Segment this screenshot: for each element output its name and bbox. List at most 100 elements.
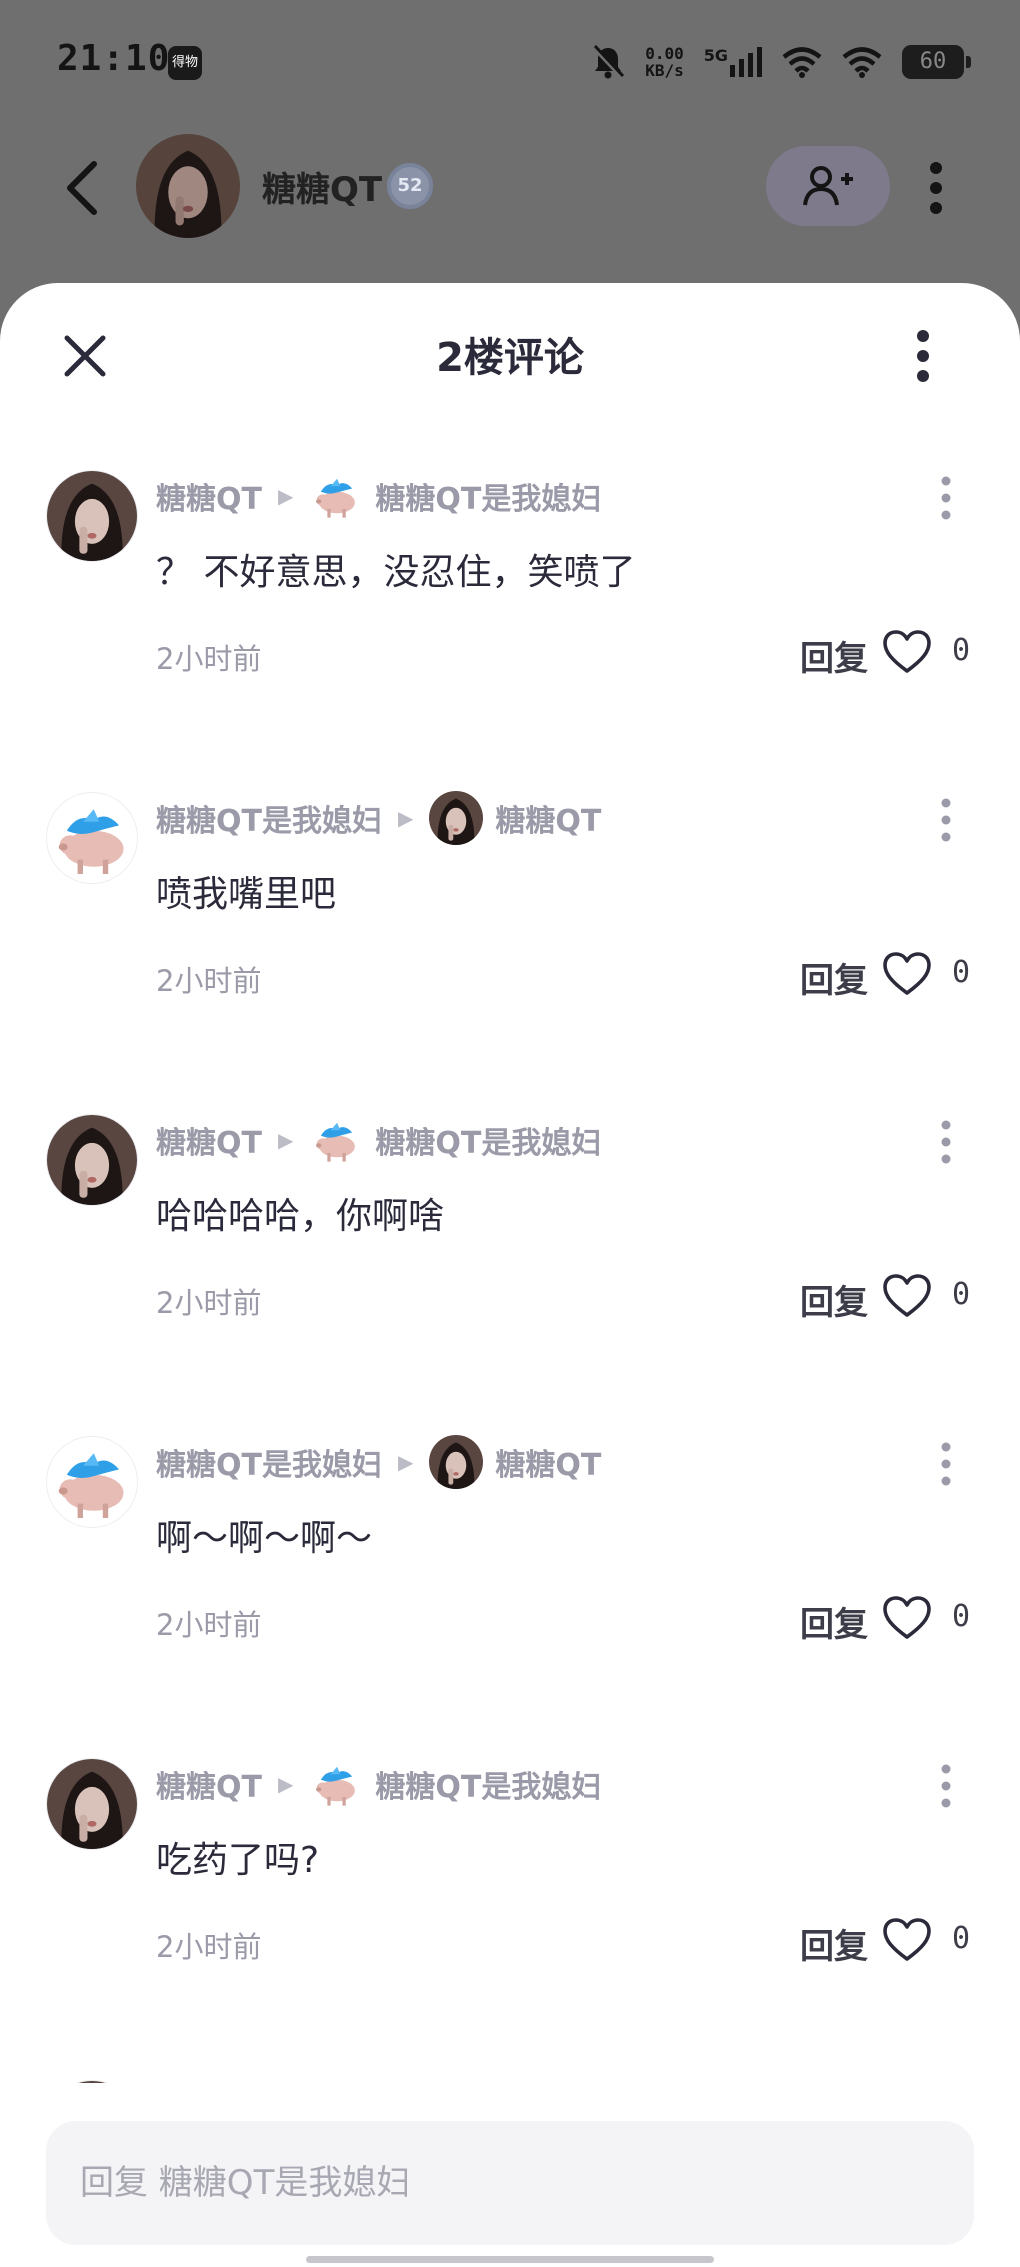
pig-avatar-image: [309, 1757, 364, 1811]
avatar[interactable]: [136, 134, 240, 238]
like-count: 0: [952, 1921, 971, 1956]
comment-meta: 糖糖QT是我媳妇 ▶ 糖糖QT: [156, 1434, 601, 1490]
girl-avatar-image: [47, 471, 137, 561]
comment-author[interactable]: 糖糖QT: [156, 1762, 262, 1806]
comment-meta: 糖糖QT▶糖糖QT是我媳妇: [156, 2078, 601, 2083]
reply-arrow-icon: ▶: [397, 806, 414, 830]
reply-to-name[interactable]: 糖糖QT是我媳妇: [375, 1762, 601, 1806]
list-item[interactable]: 糖糖QT ▶ 糖糖QT是我媳妇哈哈哈哈，你啊啥 2小时前 回复 0: [0, 1067, 1020, 1389]
status-time: 21:10: [57, 38, 171, 79]
reply-to-name[interactable]: 糖糖QT: [495, 796, 601, 840]
avatar[interactable]: [46, 792, 138, 884]
comment-text: 喷我嘴里吧: [156, 874, 337, 915]
more-vertical-icon[interactable]: [936, 1119, 956, 1165]
status-bar: 21:10 得物 0.00 KB/s 5G 60: [0, 0, 1020, 124]
comment-meta: 糖糖QT ▶ 糖糖QT是我媳妇: [156, 1112, 601, 1168]
comment-author[interactable]: 糖糖QT: [156, 1118, 262, 1162]
more-vertical-icon[interactable]: [936, 1763, 956, 1809]
battery-icon: 60: [902, 45, 971, 79]
pig-avatar-image: [309, 1113, 364, 1167]
reply-to-name[interactable]: 糖糖QT: [495, 1440, 601, 1484]
more-vertical-icon[interactable]: [936, 475, 956, 521]
level-badge: 52: [387, 163, 433, 209]
avatar[interactable]: [46, 1114, 138, 1206]
list-item[interactable]: 糖糖QT ▶ 糖糖QT是我媳妇 ？ 不好意思，没忍住，笑喷了 2小时前 回复 0: [0, 423, 1020, 745]
comment-text: 吃药了吗?: [156, 1840, 320, 1881]
signal-bars-icon: [730, 47, 762, 77]
network-speed: 0.00 KB/s: [645, 45, 684, 79]
reply-to-avatar[interactable]: [429, 791, 484, 845]
reply-to-avatar[interactable]: [429, 1435, 484, 1489]
reply-button[interactable]: 回复: [800, 1275, 868, 1324]
reply-to-avatar[interactable]: [309, 469, 364, 523]
reply-button[interactable]: 回复: [800, 953, 868, 1002]
like-count: 0: [952, 955, 971, 990]
like-count: 0: [952, 1599, 971, 1634]
network-type: 5G: [703, 46, 728, 65]
network-speed-unit: KB/s: [645, 61, 684, 80]
reply-arrow-icon: ▶: [277, 484, 294, 508]
reply-to-name[interactable]: 糖糖QT是我媳妇: [375, 474, 601, 518]
girl-avatar-image: [47, 2081, 137, 2083]
list-item[interactable]: 糖糖QT▶糖糖QT是我媳妇: [0, 2033, 1020, 2083]
mute-bell-icon: [592, 44, 625, 79]
comment-time: 2小时前: [156, 1286, 262, 1320]
girl-avatar-image: [136, 134, 240, 238]
comment-time: 2小时前: [156, 1930, 262, 1964]
heart-icon[interactable]: [882, 951, 932, 997]
home-indicator: [306, 2256, 714, 2263]
add-friend-button[interactable]: [766, 146, 890, 226]
more-vertical-icon[interactable]: [922, 160, 950, 216]
reply-to-avatar[interactable]: [309, 1113, 364, 1167]
avatar[interactable]: [46, 470, 138, 562]
app-notification-icon: 得物: [168, 46, 202, 80]
comment-meta: 糖糖QT▶糖糖QT是我媳妇: [156, 1756, 601, 1812]
reply-bar[interactable]: [46, 2121, 974, 2245]
comment-text: ？ 不好意思，没忍住，笑喷了: [156, 552, 636, 593]
more-vertical-icon[interactable]: [936, 797, 956, 843]
comment-meta: 糖糖QT ▶ 糖糖QT是我媳妇: [156, 468, 601, 524]
heart-icon[interactable]: [882, 1917, 932, 1963]
comment-list[interactable]: 糖糖QT ▶ 糖糖QT是我媳妇？ 不好意思，没忍住，笑喷了 2小时前 回复 0 糖糖QT是我…: [0, 423, 1020, 2083]
comment-meta: 糖糖QT是我媳妇 ▶ 糖糖QT: [156, 790, 601, 846]
comment-author[interactable]: 糖糖QT是我媳妇: [156, 796, 382, 840]
comment-author[interactable]: 糖糖QT是我媳妇: [156, 1440, 382, 1484]
reply-button[interactable]: 回复: [800, 1919, 868, 1968]
comment-author[interactable]: 糖糖QT: [156, 474, 262, 518]
list-item[interactable]: 糖糖QT是我媳妇 ▶ 糖糖QT 喷我嘴里吧 2小时前 回复 0: [0, 745, 1020, 1067]
reply-input[interactable]: [46, 2121, 974, 2245]
girl-avatar-image: [47, 1115, 137, 1205]
more-vertical-icon[interactable]: [936, 1441, 956, 1487]
sheet-header: 2楼评论: [0, 283, 1020, 423]
heart-icon[interactable]: [882, 1595, 932, 1641]
reply-to-avatar[interactable]: [309, 2079, 364, 2083]
avatar[interactable]: [46, 2080, 138, 2083]
girl-avatar-image: [47, 1759, 137, 1849]
wifi-icon: [842, 47, 882, 78]
back-arrow-icon[interactable]: [62, 160, 102, 216]
reply-to-avatar[interactable]: [309, 1757, 364, 1811]
heart-icon[interactable]: [882, 1273, 932, 1319]
wifi-icon: [782, 47, 822, 78]
pig-avatar-image: [47, 1437, 137, 1527]
comment-text: 啊～啊～啊～: [156, 1518, 373, 1559]
chat-user-name[interactable]: 糖糖QT: [262, 162, 382, 211]
list-item[interactable]: 糖糖QT是我媳妇 ▶ 糖糖QT 啊～啊～啊～ 2小时前 回复 0: [0, 1389, 1020, 1711]
reply-button[interactable]: 回复: [800, 631, 868, 680]
pig-avatar-image: [309, 469, 364, 523]
like-count: 0: [952, 1277, 971, 1312]
reply-button[interactable]: 回复: [800, 1597, 868, 1646]
girl-avatar-image: [429, 1435, 484, 1489]
comment-time: 2小时前: [156, 642, 262, 676]
comment-time: 2小时前: [156, 964, 262, 998]
comment-text: 哈哈哈哈，你啊啥: [156, 1196, 445, 1237]
avatar[interactable]: [46, 1758, 138, 1850]
add-user-icon: [803, 166, 853, 206]
avatar[interactable]: [46, 1436, 138, 1528]
heart-icon[interactable]: [882, 629, 932, 675]
reply-arrow-icon: ▶: [277, 1128, 294, 1152]
more-vertical-icon[interactable]: [913, 328, 933, 384]
sheet-title: 2楼评论: [436, 335, 584, 381]
reply-to-name[interactable]: 糖糖QT是我媳妇: [375, 1118, 601, 1162]
list-item[interactable]: 糖糖QT ▶ 糖糖QT是我媳妇吃药了吗? 2小时前 回复 0: [0, 1711, 1020, 2033]
